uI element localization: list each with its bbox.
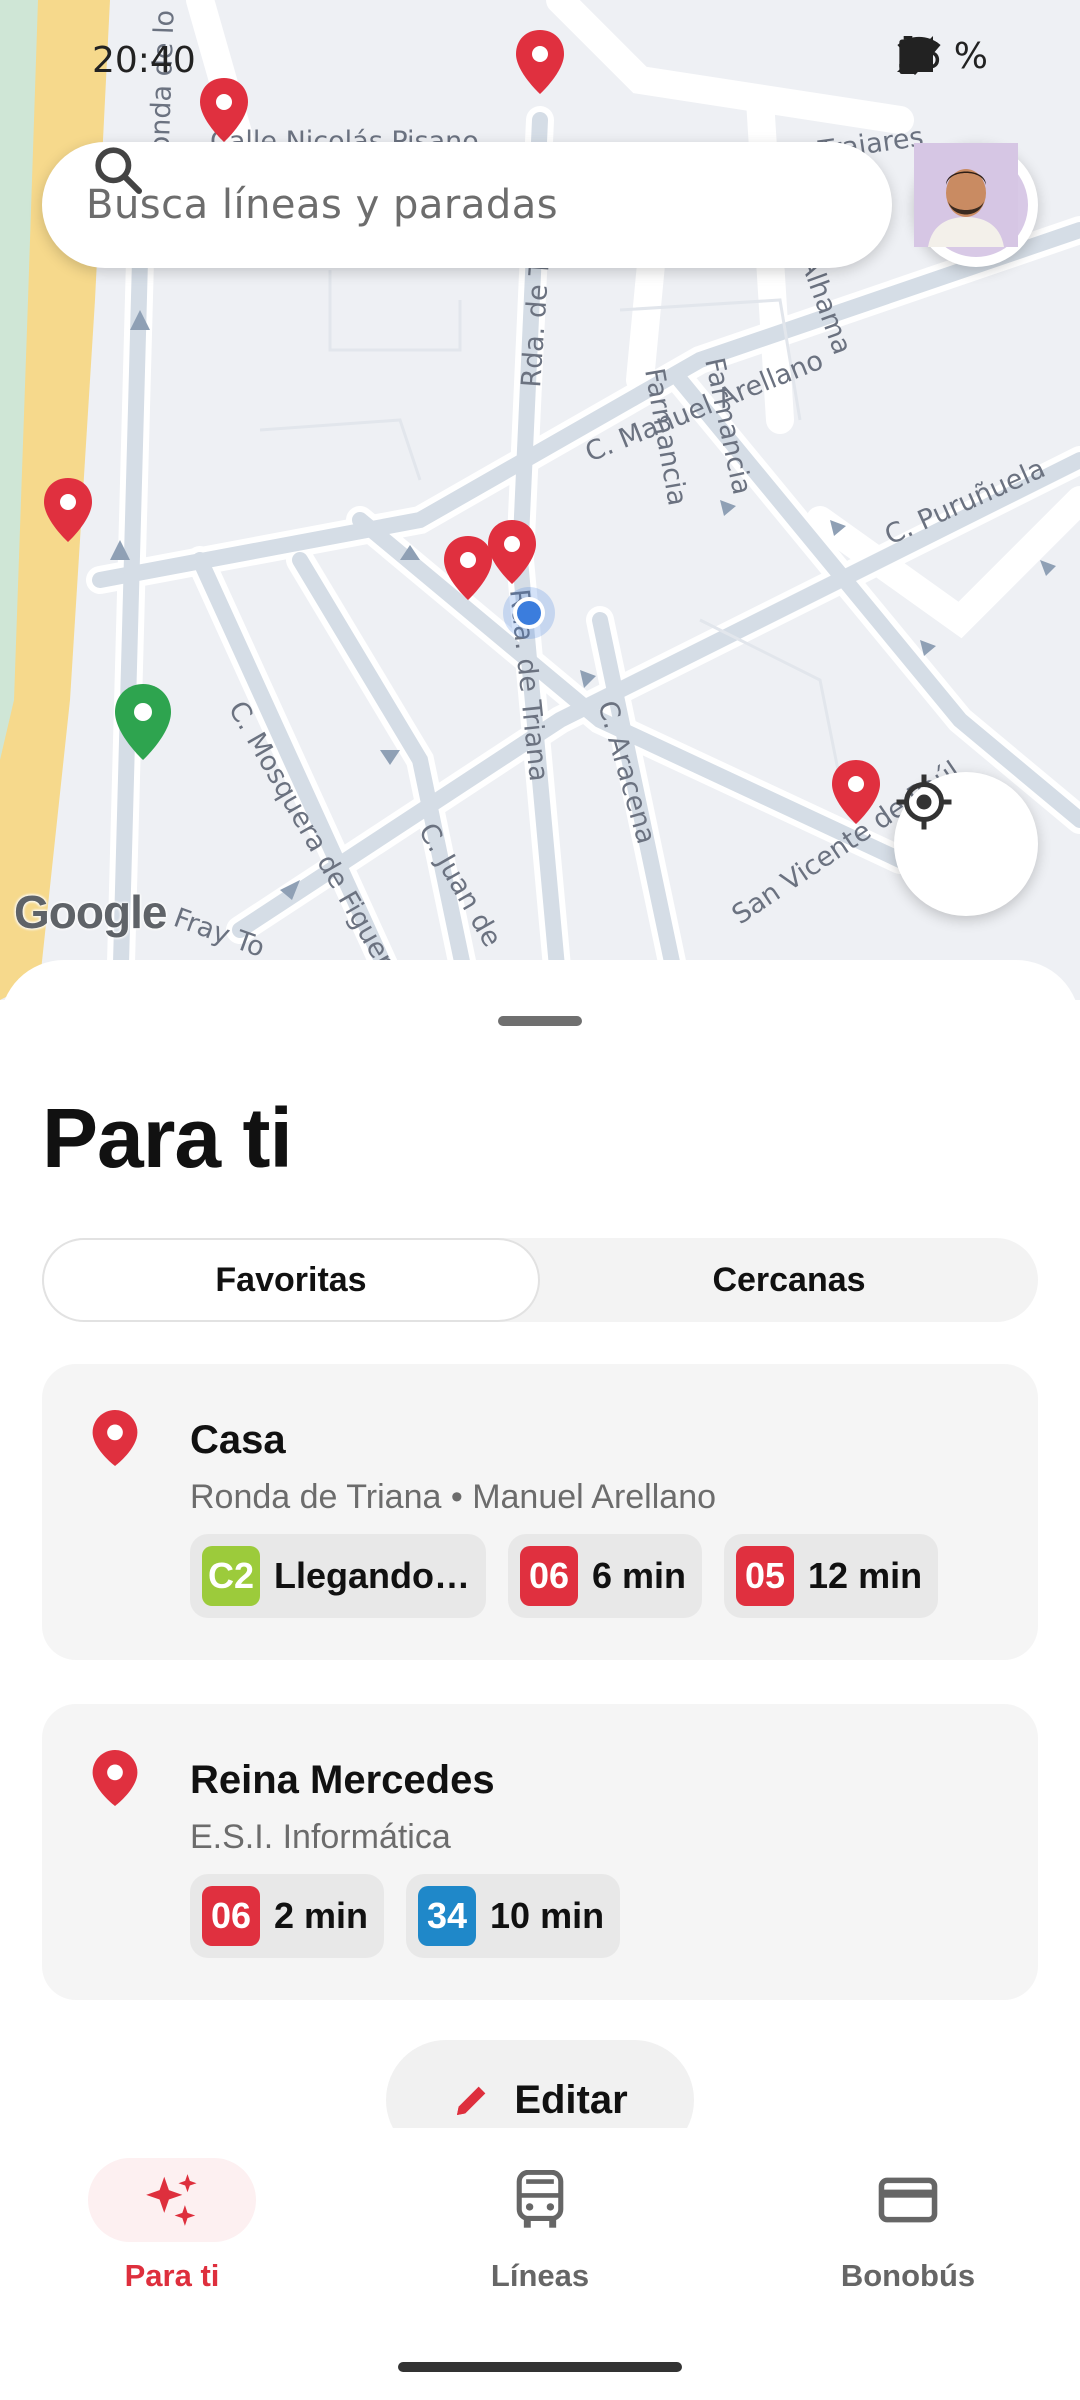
profile-avatar[interactable] [914, 143, 1038, 267]
favorite-stop-card[interactable]: Casa Ronda de Triana • Manuel Arellano C… [42, 1364, 1038, 1660]
avatar-photo [914, 143, 1028, 257]
stop-name: Reina Mercedes [190, 1758, 495, 1802]
nav-label: Líneas [490, 2258, 590, 2293]
line-badge: 05 [736, 1546, 795, 1606]
sheet-drag-handle[interactable] [498, 1016, 582, 1026]
arrival-eta: 6 min [592, 1555, 687, 1596]
stop-subtitle: E.S.I. Informática [190, 1818, 451, 1856]
my-location-button[interactable] [894, 772, 1038, 916]
status-time: 20:40 [92, 40, 196, 81]
gesture-bar [398, 2362, 682, 2372]
search-placeholder: Busca líneas y paradas [86, 182, 559, 228]
arrival-chip[interactable]: 06 6 min [508, 1534, 703, 1618]
line-badge: C2 [202, 1546, 260, 1606]
bottom-navigation: Para ti Líneas Bonobús [0, 2128, 1080, 2400]
segmented-control: Favoritas Cercanas [42, 1238, 1038, 1322]
arrival-eta: 2 min [274, 1895, 369, 1936]
location-pin-icon [92, 1750, 138, 1806]
location-pin-icon [92, 1410, 138, 1466]
search-icon [95, 147, 143, 195]
user-location-dot [503, 587, 555, 639]
arrival-chip[interactable]: 06 2 min [190, 1874, 385, 1958]
sparkles-icon [146, 2174, 197, 2226]
tab-favoritas[interactable]: Favoritas [42, 1238, 540, 1322]
battery-icon [898, 36, 917, 74]
map-view[interactable]: Calle Nicolás Pisano C. Manuel Arellano … [0, 0, 1080, 1000]
arrival-chip[interactable]: 34 10 min [406, 1874, 621, 1958]
status-bar: 20:40 55 % [0, 0, 1080, 120]
line-badge: 34 [418, 1886, 477, 1946]
crosshair-icon [896, 774, 952, 830]
line-badge: 06 [202, 1886, 260, 1946]
nav-pill [824, 2158, 992, 2242]
search-bar[interactable]: Busca líneas y paradas [42, 142, 892, 268]
arrivals-row: 06 2 min 34 10 min [190, 1874, 621, 1958]
page-title: Para ti [42, 1091, 293, 1185]
nav-pill [88, 2158, 256, 2242]
stop-name: Casa [190, 1418, 286, 1462]
nav-item-bonobus[interactable]: Bonobús [808, 2158, 1008, 2308]
street-label: C. Aracena [591, 697, 661, 847]
nav-item-lineas[interactable]: Líneas [440, 2158, 640, 2308]
stop-subtitle: Ronda de Triana • Manuel Arellano [190, 1478, 717, 1516]
status-icons: 55 % [896, 36, 988, 77]
nav-label: Bonobús [840, 2258, 976, 2293]
pencil-icon [457, 2086, 486, 2115]
favorite-stop-card[interactable]: Reina Mercedes E.S.I. Informática 06 2 m… [42, 1704, 1038, 2000]
arrival-eta: Llegando… [274, 1555, 470, 1596]
bus-icon [516, 2170, 564, 2228]
arrival-chip[interactable]: 05 12 min [724, 1534, 939, 1618]
nav-label: Para ti [124, 2258, 220, 2293]
google-attribution: Google [14, 886, 167, 938]
nav-item-para-ti[interactable]: Para ti [72, 2158, 272, 2308]
arrival-eta: 12 min [808, 1555, 923, 1596]
arrivals-row: C2 Llegando… 06 6 min 05 12 min [190, 1534, 939, 1618]
nav-pill [456, 2158, 624, 2242]
arrival-chip[interactable]: C2 Llegando… [190, 1534, 486, 1618]
edit-label: Editar [514, 2077, 628, 2122]
line-badge: 06 [520, 1546, 578, 1606]
arrival-eta: 10 min [490, 1895, 605, 1936]
tab-cercanas[interactable]: Cercanas [540, 1238, 1038, 1322]
card-icon [878, 2177, 938, 2223]
